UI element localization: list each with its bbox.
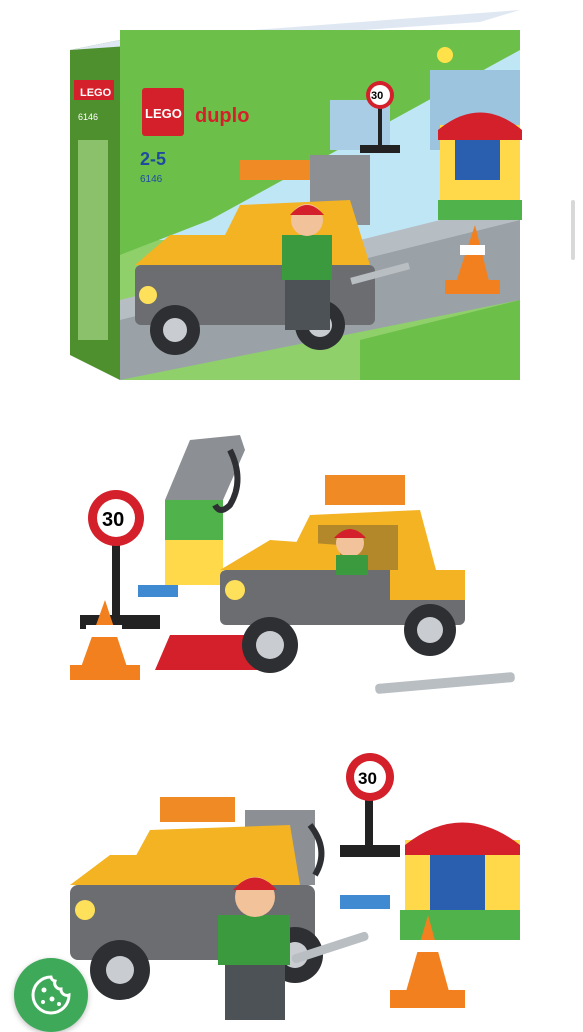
side-set-number: 6146 — [78, 112, 98, 122]
product-image-model[interactable]: 30 — [60, 420, 530, 720]
lego-logo: LEGO — [145, 106, 182, 121]
speed-sign-text: 30 — [358, 769, 377, 788]
set-number: 6146 — [140, 174, 163, 185]
cookie-settings-button[interactable] — [14, 958, 88, 1032]
age-range: 2-5 — [140, 149, 166, 169]
product-image-scene[interactable]: 30 — [60, 745, 530, 1024]
scrollbar[interactable] — [571, 200, 575, 260]
cookie-icon — [31, 975, 71, 1015]
speed-sign-text: 30 — [371, 90, 383, 102]
duplo-logo: duplo — [195, 105, 249, 127]
side-lego-logo: LEGO — [80, 87, 112, 99]
speed-sign-text: 30 — [102, 509, 124, 531]
product-image-box[interactable]: LEGO 6146 LEGO duplo 2-5 6146 30 — [60, 10, 530, 385]
